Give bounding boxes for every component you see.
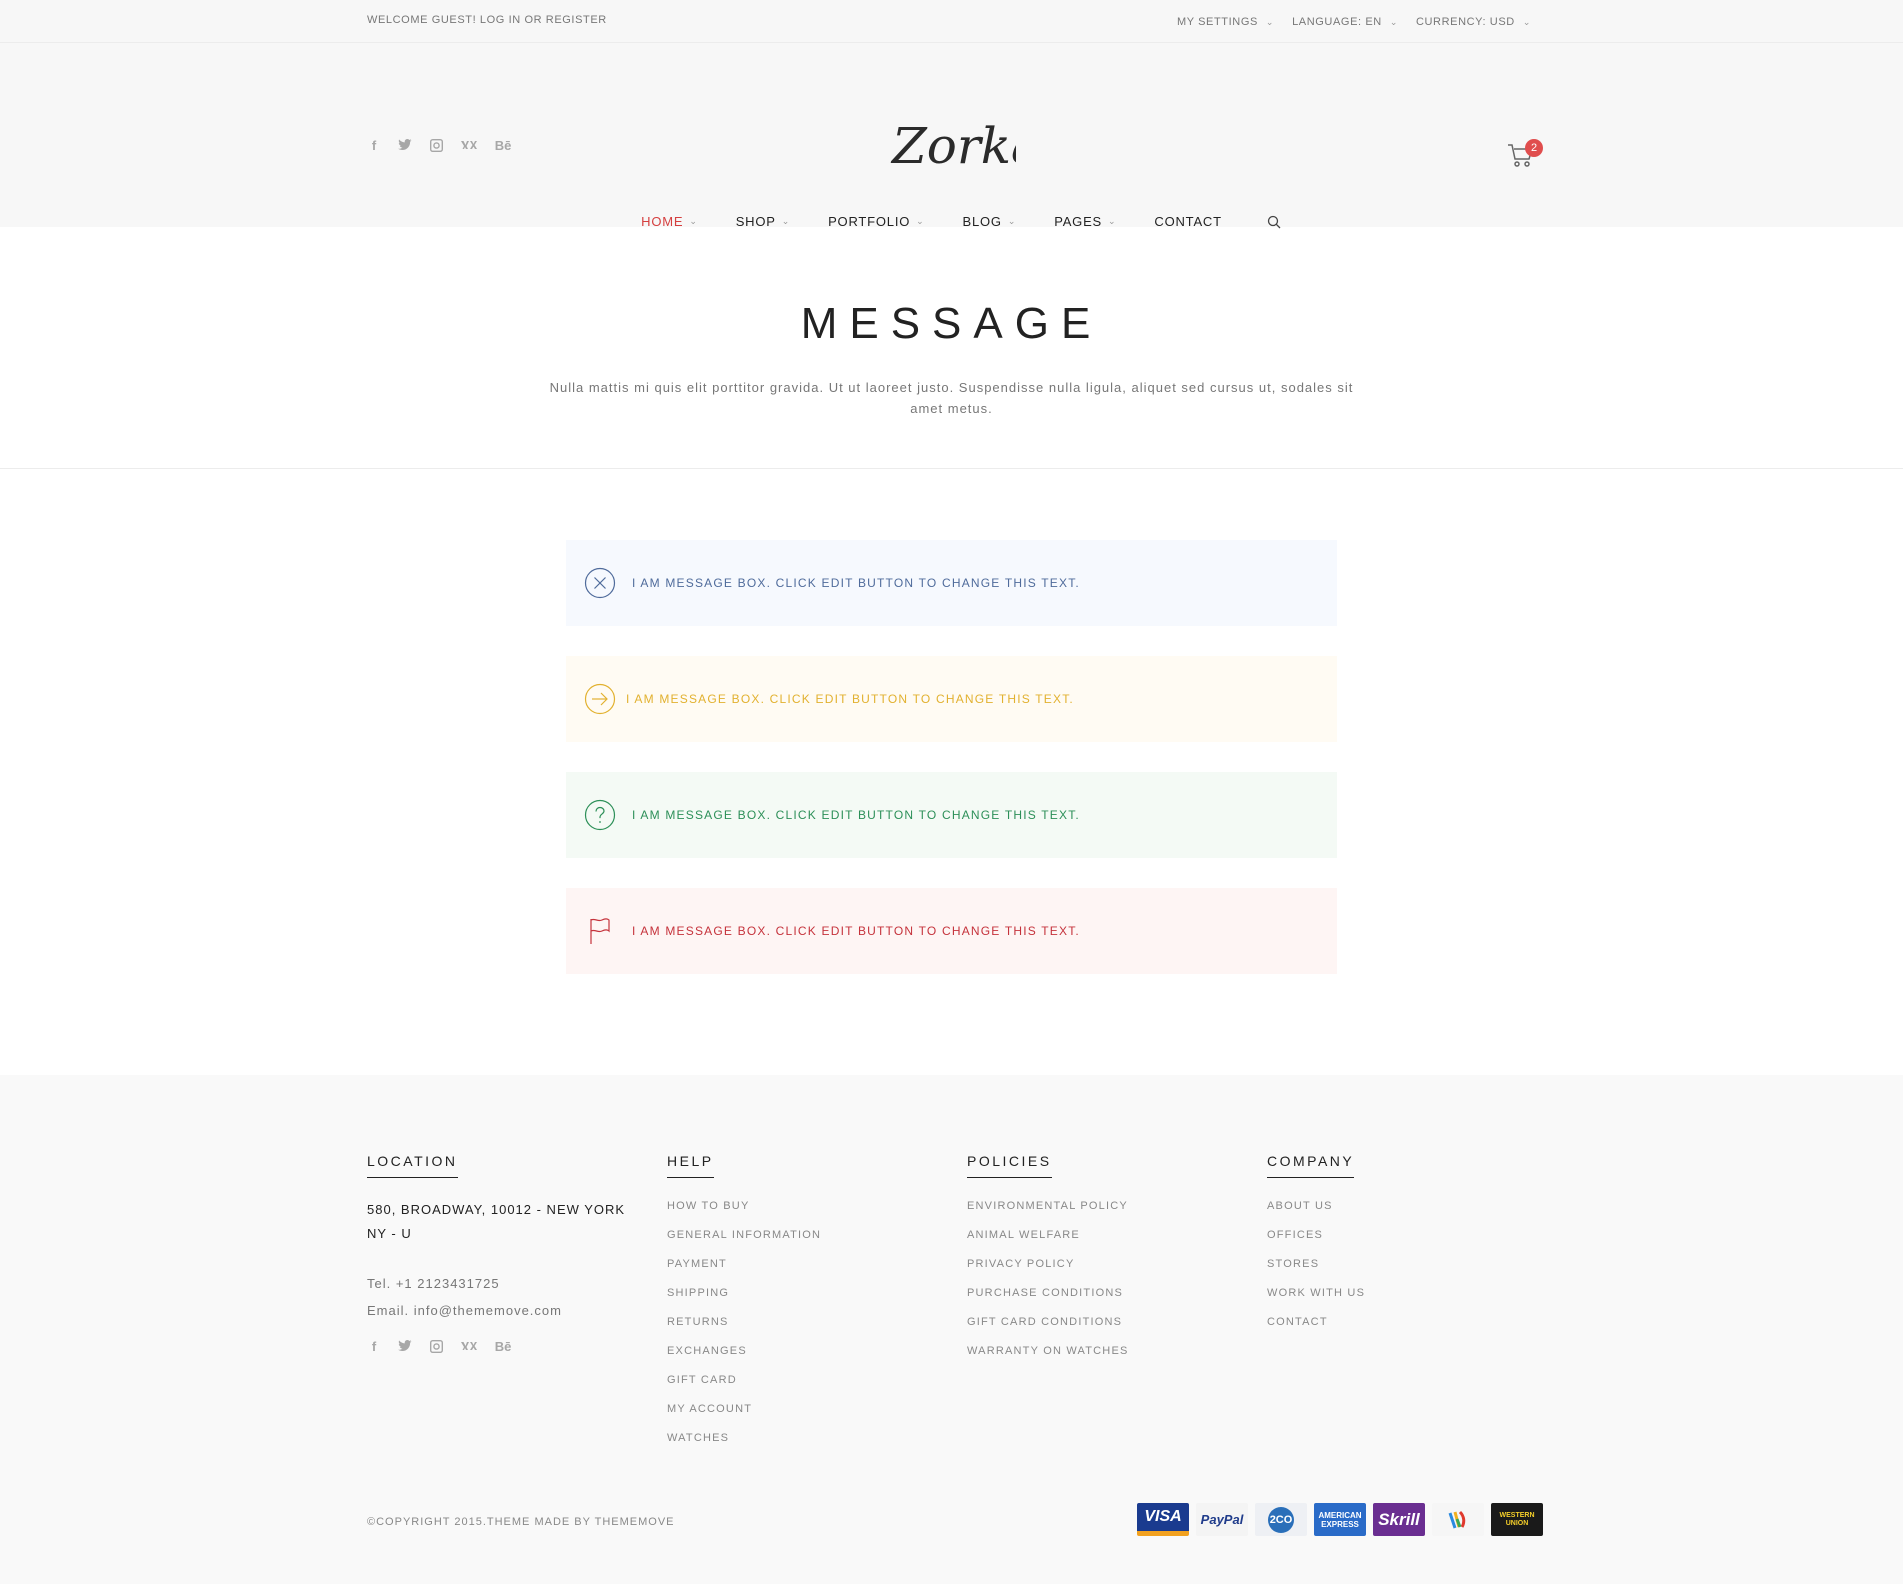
footer-link[interactable]: PRIVACY POLICY [967, 1254, 1129, 1283]
footer-contact-info: Tel. +1 2123431725 Email. info@thememove… [367, 1270, 627, 1324]
message-box-success: I AM MESSAGE BOX. CLICK EDIT BUTTON TO C… [566, 772, 1337, 858]
footer-link[interactable]: GIFT CARD CONDITIONS [967, 1312, 1129, 1341]
footer-link[interactable]: ABOUT US [1267, 1196, 1365, 1225]
logo-text: Zorka [890, 117, 1016, 175]
vk-icon[interactable] [460, 139, 477, 153]
footer-policies: POLICIES ENVIRONMENTAL POLICY ANIMAL WEL… [967, 1153, 1129, 1370]
paypal-icon: PayPal [1196, 1503, 1248, 1536]
footer-link[interactable]: OFFICES [1267, 1225, 1365, 1254]
cart-count-badge: 2 [1525, 139, 1543, 157]
chevron-down-icon: ⌄ [1007, 216, 1017, 226]
footer-link[interactable]: CONTACT [1267, 1312, 1365, 1341]
welcome-login-register[interactable]: WELCOME GUEST! LOG IN OR REGISTER [367, 14, 607, 26]
message-text: I AM MESSAGE BOX. CLICK EDIT BUTTON TO C… [632, 808, 1080, 822]
message-box-info: I AM MESSAGE BOX. CLICK EDIT BUTTON TO C… [566, 540, 1337, 626]
message-box-warning: I AM MESSAGE BOX. CLICK EDIT BUTTON TO C… [566, 656, 1337, 742]
language-label: LANGUAGE: EN [1292, 16, 1382, 28]
footer-social-links: f Bē [367, 1340, 627, 1354]
message-boxes: I AM MESSAGE BOX. CLICK EDIT BUTTON TO C… [566, 540, 1337, 1004]
top-settings: MY SETTINGS ⌄ LANGUAGE: EN ⌄ CURRENCY: USD… [1177, 16, 1531, 28]
footer-link[interactable]: WATCHES [667, 1428, 821, 1457]
behance-icon[interactable]: Bē [494, 139, 512, 153]
footer-location: LOCATION 580, BROADWAY, 10012 - NEW YORK… [367, 1153, 627, 1354]
flag-icon [590, 918, 610, 944]
chevron-down-icon: ⌄ [1265, 17, 1275, 27]
instagram-icon[interactable] [429, 1339, 443, 1354]
message-text: I AM MESSAGE BOX. CLICK EDIT BUTTON TO C… [632, 924, 1080, 938]
twocheckout-icon: 2CO [1255, 1503, 1307, 1536]
facebook-icon[interactable]: f [367, 139, 381, 153]
google-wallet-icon [1432, 1503, 1484, 1536]
chevron-down-icon: ⌄ [1108, 216, 1117, 226]
chevron-down-icon: ⌄ [1389, 17, 1398, 27]
footer-link[interactable]: PURCHASE CONDITIONS [967, 1283, 1129, 1312]
message-box-error: I AM MESSAGE BOX. CLICK EDIT BUTTON TO C… [566, 888, 1337, 974]
footer-heading-location: LOCATION [367, 1153, 458, 1178]
page-title: MESSAGE [800, 299, 1103, 348]
site-logo[interactable]: Zorka [888, 111, 1041, 181]
my-settings-label: MY SETTINGS [1176, 16, 1258, 28]
footer-link[interactable]: RETURNS [667, 1312, 821, 1341]
vk-icon[interactable] [460, 1340, 477, 1354]
footer-link[interactable]: ANIMAL WELFARE [967, 1225, 1129, 1254]
page-title-section: MESSAGE Nulla mattis mi quis elit portti… [0, 227, 1903, 469]
footer-address: 580, BROADWAY, 10012 - NEW YORK NY - U [367, 1202, 626, 1241]
twitter-icon[interactable] [398, 1340, 412, 1354]
footer-link[interactable]: GIFT CARD [667, 1370, 821, 1399]
footer-company: COMPANY ABOUT US OFFICES STORES WORK WIT… [1267, 1153, 1365, 1341]
cart-button[interactable]: 2 [1506, 139, 1543, 173]
footer-help: HELP HOW TO BUY GENERAL INFORMATION PAYM… [667, 1153, 821, 1457]
arrow-right-circle-icon [584, 683, 616, 715]
skrill-icon: Skrill [1373, 1503, 1425, 1536]
american-express-icon: AMERICAN EXPRESS [1314, 1503, 1366, 1536]
twocheckout-label: 2CO [1268, 1506, 1294, 1533]
instagram-icon[interactable] [429, 138, 443, 153]
message-text: I AM MESSAGE BOX. CLICK EDIT BUTTON TO C… [626, 692, 1074, 706]
chevron-down-icon: ⌄ [1522, 17, 1531, 27]
header-social-links: f Bē [367, 139, 512, 153]
chevron-down-icon: ⌄ [916, 216, 925, 226]
footer-heading-help: HELP [667, 1153, 714, 1178]
close-circle-icon [584, 567, 616, 599]
footer-link[interactable]: HOW TO BUY [667, 1196, 821, 1225]
chevron-down-icon: ⌄ [781, 216, 791, 226]
western-union-icon: WESTERN UNION [1491, 1503, 1543, 1536]
payment-methods: VISA PayPal 2CO AMERICAN EXPRESS Skrill … [1137, 1503, 1543, 1536]
footer-link[interactable]: PAYMENT [667, 1254, 821, 1283]
site-footer: LOCATION 580, BROADWAY, 10012 - NEW YORK… [0, 1075, 1903, 1584]
footer-company-links: ABOUT US OFFICES STORES WORK WITH US CON… [1267, 1196, 1365, 1341]
footer-help-links: HOW TO BUY GENERAL INFORMATION PAYMENT S… [667, 1196, 821, 1457]
footer-link[interactable]: EXCHANGES [667, 1341, 821, 1370]
message-text: I AM MESSAGE BOX. CLICK EDIT BUTTON TO C… [632, 576, 1080, 590]
visa-icon: VISA [1137, 1503, 1189, 1536]
footer-heading-policies: POLICIES [967, 1153, 1052, 1178]
my-settings-dropdown[interactable]: MY SETTINGS ⌄ [1177, 16, 1274, 28]
currency-label: CURRENCY: USD [1415, 16, 1515, 28]
currency-dropdown[interactable]: CURRENCY: USD ⌄ [1416, 16, 1531, 28]
footer-tel: Tel. +1 2123431725 [367, 1276, 500, 1291]
top-bar: WELCOME GUEST! LOG IN OR REGISTER MY SET… [0, 0, 1903, 43]
chevron-down-icon: ⌄ [689, 216, 698, 226]
language-dropdown[interactable]: LANGUAGE: EN ⌄ [1292, 16, 1398, 28]
footer-link[interactable]: WORK WITH US [1267, 1283, 1365, 1312]
footer-link[interactable]: STORES [1267, 1254, 1365, 1283]
page-subtitle: Nulla mattis mi quis elit porttitor grav… [549, 380, 1354, 416]
site-header: f Bē Zorka 2 HOME⌄ SHOP⌄ PORTFOLIO⌄ BLOG… [0, 43, 1903, 229]
footer-link[interactable]: MY ACCOUNT [667, 1399, 821, 1428]
footer-link[interactable]: GENERAL INFORMATION [667, 1225, 821, 1254]
twitter-icon[interactable] [398, 139, 412, 153]
footer-policies-links: ENVIRONMENTAL POLICY ANIMAL WELFARE PRIV… [967, 1196, 1129, 1370]
question-circle-icon [584, 799, 616, 831]
behance-icon[interactable]: Bē [494, 1340, 512, 1354]
footer-email[interactable]: Email. info@thememove.com [367, 1297, 627, 1324]
footer-link[interactable]: ENVIRONMENTAL POLICY [967, 1196, 1129, 1225]
footer-link[interactable]: SHIPPING [667, 1283, 821, 1312]
copyright-text: ©COPYRIGHT 2015.THEME MADE BY THEMEMOVE [367, 1516, 675, 1528]
footer-heading-company: COMPANY [1267, 1153, 1355, 1178]
footer-link[interactable]: WARRANTY ON WATCHES [967, 1341, 1129, 1370]
facebook-icon[interactable]: f [367, 1340, 381, 1354]
